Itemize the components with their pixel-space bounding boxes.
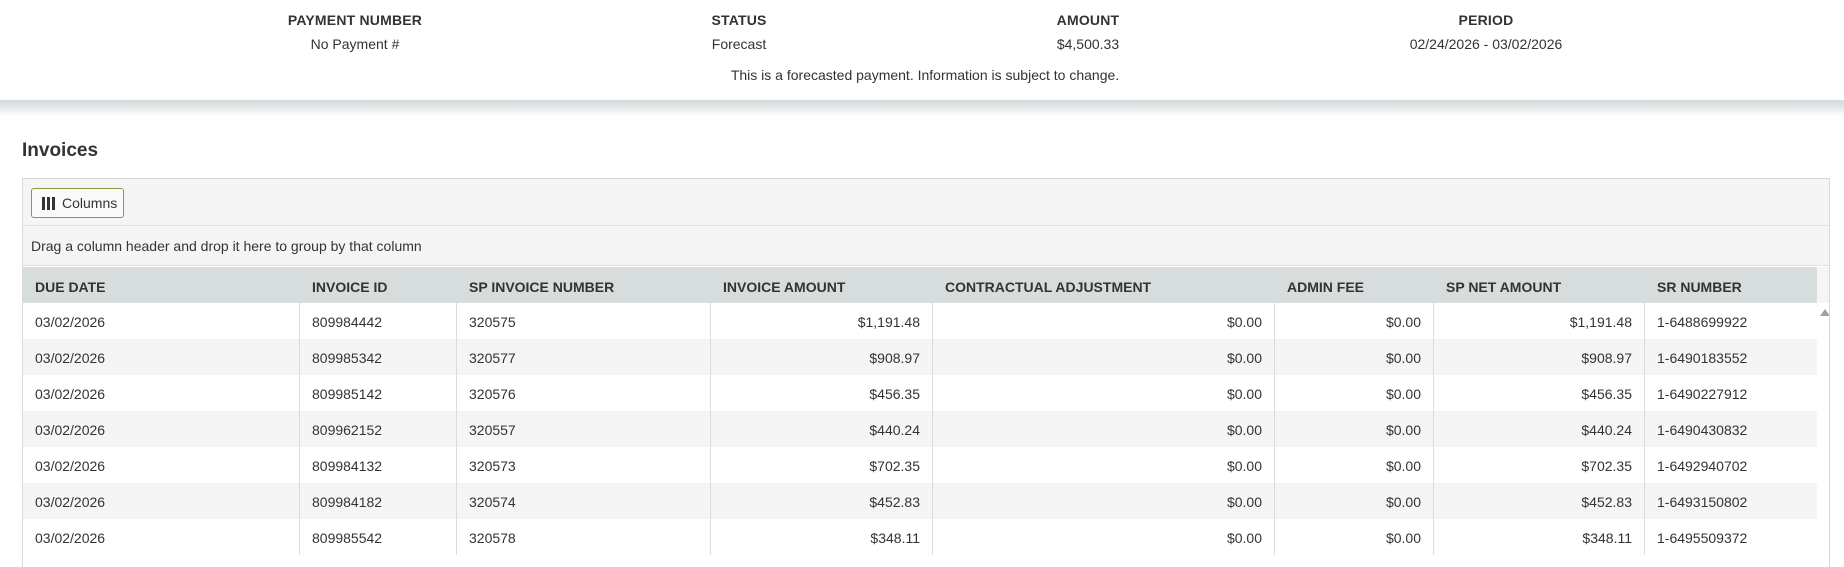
columns-icon [42,196,55,210]
cell-admin-fee: $0.00 [1275,411,1434,447]
table-row[interactable]: 03/02/2026 809984182 320574 $452.83 $0.0… [23,483,1817,519]
cell-invoice-id: 809985342 [300,339,457,375]
cell-due-date: 03/02/2026 [23,483,300,519]
table-row[interactable]: 03/02/2026 809985142 320576 $456.35 $0.0… [23,375,1817,411]
cell-sp-net-amount: $348.11 [1434,519,1645,555]
cell-sp-invoice-number: 320557 [457,411,711,447]
cell-admin-fee: $0.00 [1275,483,1434,519]
cell-invoice-amount: $452.83 [711,483,933,519]
cell-admin-fee: $0.00 [1275,519,1434,555]
cell-invoice-amount: $348.11 [711,519,933,555]
invoices-title: Invoices [22,140,99,161]
table-row[interactable]: 03/02/2026 809985542 320578 $348.11 $0.0… [23,519,1817,555]
column-header-due-date[interactable]: DUE DATE [23,267,300,303]
columns-button-label: Columns [62,195,118,211]
table-row[interactable]: 03/02/2026 809962152 320557 $440.24 $0.0… [23,411,1817,447]
cell-invoice-amount: $1,191.48 [711,303,933,339]
scroll-up-arrow-icon[interactable] [1820,309,1829,316]
cell-invoice-amount: $456.35 [711,375,933,411]
amount-value: $4,500.33 [1056,36,1120,52]
cell-contractual-adjustment: $0.00 [933,411,1275,447]
cell-invoice-id: 809985542 [300,519,457,555]
payment-number-block: PAYMENT NUMBER No Payment # [255,12,455,52]
cell-due-date: 03/02/2026 [23,303,300,339]
cell-admin-fee: $0.00 [1275,375,1434,411]
status-block: STATUS Forecast [664,12,814,52]
payment-number-label: PAYMENT NUMBER [287,12,423,28]
invoices-grid: Columns Drag a column header and drop it… [22,178,1830,567]
cell-sp-net-amount: $908.97 [1434,339,1645,375]
cell-sr-number: 1-6490183552 [1657,350,1748,366]
status-label: STATUS [711,12,767,28]
cell-admin-fee: $0.00 [1275,303,1434,339]
period-label: PERIOD [1458,12,1514,28]
table-row[interactable]: 03/02/2026 809984442 320575 $1,191.48 $0… [23,303,1817,339]
columns-button[interactable]: Columns [31,188,124,218]
cell-sr-number: 1-6488699922 [1657,314,1748,330]
cell-due-date: 03/02/2026 [23,411,300,447]
period-block: PERIOD 02/24/2026 - 03/02/2026 [1366,12,1606,52]
status-value: Forecast [711,36,767,52]
cell-sr-number: 1-6492940702 [1657,458,1748,474]
cell-invoice-id: 809962152 [300,411,457,447]
cell-sp-net-amount: $702.35 [1434,447,1645,483]
cell-invoice-amount: $702.35 [711,447,933,483]
header-scrollbar-spacer [1817,267,1829,303]
cell-sp-net-amount: $456.35 [1434,375,1645,411]
cell-sp-invoice-number: 320578 [457,519,711,555]
column-header-invoice-id[interactable]: INVOICE ID [300,267,457,303]
amount-block: AMOUNT $4,500.33 [1013,12,1163,52]
table-body: 03/02/2026 809984442 320575 $1,191.48 $0… [23,303,1817,555]
cell-contractual-adjustment: $0.00 [933,339,1275,375]
column-header-sp-net-amount[interactable]: SP NET AMOUNT [1434,267,1645,303]
cell-invoice-id: 809984132 [300,447,457,483]
column-header-invoice-amount[interactable]: INVOICE AMOUNT [711,267,933,303]
payment-number-value: No Payment # [310,36,400,52]
column-header-contractual-adjustment[interactable]: CONTRACTUAL ADJUSTMENT [933,267,1275,303]
cell-sp-net-amount: $452.83 [1434,483,1645,519]
cell-sp-net-amount: $440.24 [1434,411,1645,447]
payment-summary: PAYMENT NUMBER No Payment # STATUS Forec… [0,0,1844,100]
forecast-note: This is a forecasted payment. Informatio… [730,67,1120,83]
section-divider [0,100,1844,116]
cell-admin-fee: $0.00 [1275,339,1434,375]
cell-sr-number: 1-6495509372 [1657,530,1748,546]
cell-due-date: 03/02/2026 [23,375,300,411]
column-header-admin-fee[interactable]: ADMIN FEE [1275,267,1434,303]
cell-invoice-amount: $440.24 [711,411,933,447]
cell-contractual-adjustment: $0.00 [933,303,1275,339]
cell-sp-net-amount: $1,191.48 [1434,303,1645,339]
table-row[interactable]: 03/02/2026 809984132 320573 $702.35 $0.0… [23,447,1817,483]
cell-contractual-adjustment: $0.00 [933,483,1275,519]
cell-sp-invoice-number: 320573 [457,447,711,483]
column-header-sr-number[interactable]: SR NUMBER [1645,267,1817,303]
cell-sp-invoice-number: 320576 [457,375,711,411]
cell-sr-number: 1-6490227912 [1657,386,1748,402]
group-drop-area[interactable]: Drag a column header and drop it here to… [23,226,1829,266]
cell-invoice-id: 809985142 [300,375,457,411]
cell-invoice-amount: $908.97 [711,339,933,375]
cell-contractual-adjustment: $0.00 [933,519,1275,555]
cell-contractual-adjustment: $0.00 [933,447,1275,483]
cell-admin-fee: $0.00 [1275,447,1434,483]
cell-invoice-id: 809984442 [300,303,457,339]
column-header-sp-invoice-number[interactable]: SP INVOICE NUMBER [457,267,711,303]
cell-contractual-adjustment: $0.00 [933,375,1275,411]
table-row[interactable]: 03/02/2026 809985342 320577 $908.97 $0.0… [23,339,1817,375]
cell-sr-number: 1-6493150802 [1657,494,1748,510]
period-value: 02/24/2026 - 03/02/2026 [1409,36,1563,52]
cell-sp-invoice-number: 320575 [457,303,711,339]
amount-label: AMOUNT [1056,12,1120,28]
cell-due-date: 03/02/2026 [23,519,300,555]
table-header: DUE DATE INVOICE ID SP INVOICE NUMBER IN… [23,267,1817,303]
vertical-scrollbar[interactable] [1817,303,1829,567]
cell-due-date: 03/02/2026 [23,447,300,483]
cell-sp-invoice-number: 320577 [457,339,711,375]
grid-toolbar: Columns [23,179,1829,226]
cell-invoice-id: 809984182 [300,483,457,519]
cell-due-date: 03/02/2026 [23,339,300,375]
cell-sr-number: 1-6490430832 [1657,422,1748,438]
cell-sp-invoice-number: 320574 [457,483,711,519]
